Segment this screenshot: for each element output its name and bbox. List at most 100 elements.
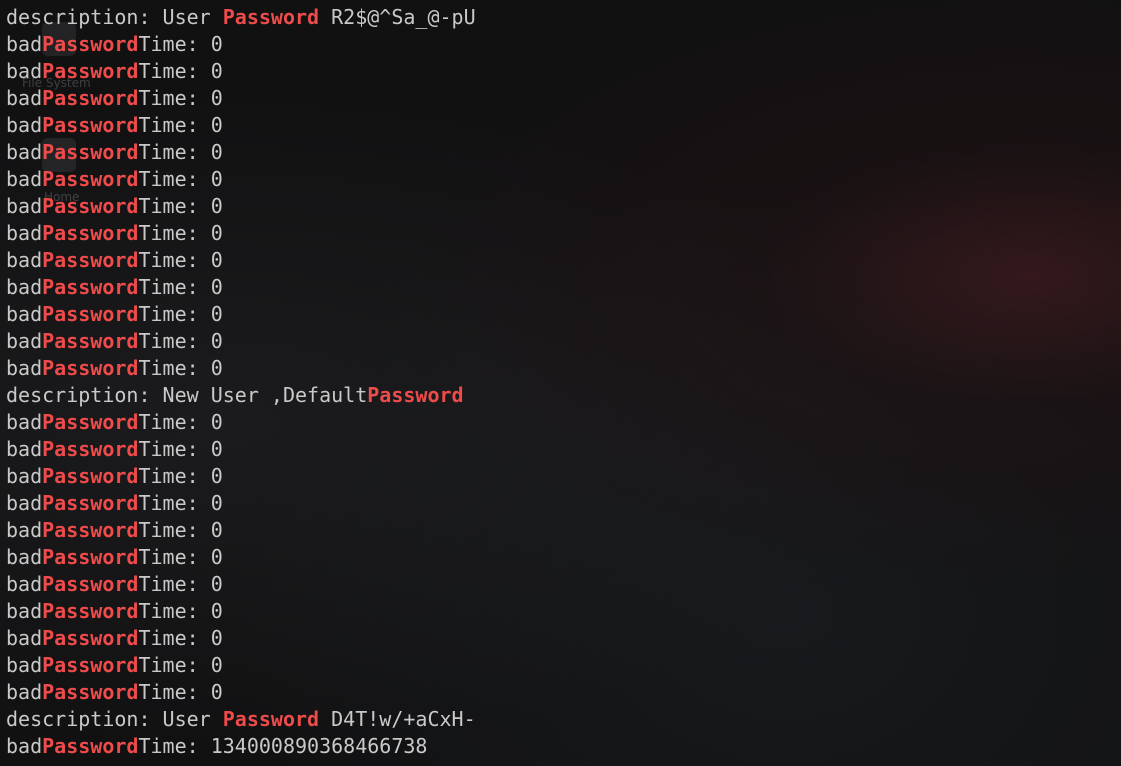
highlighted-match: Password — [42, 653, 139, 677]
terminal-text: R2$@^Sa_@-pU — [319, 5, 476, 29]
terminal-text: bad — [6, 464, 43, 488]
terminal-text: bad — [6, 653, 43, 677]
highlighted-match: Password — [42, 599, 139, 623]
terminal-line: badPasswordTime: 0 — [6, 679, 1121, 706]
terminal-text: description: New User ,Default — [6, 383, 368, 407]
highlighted-match: Password — [42, 572, 139, 596]
terminal-line: badPasswordTime: 0 — [6, 490, 1121, 517]
terminal-line: badPasswordTime: 0 — [6, 220, 1121, 247]
terminal-line: badPasswordTime: 0 — [6, 517, 1121, 544]
terminal-text: Time: 0 — [138, 59, 223, 83]
terminal-line: badPasswordTime: 0 — [6, 436, 1121, 463]
terminal-text: bad — [6, 140, 43, 164]
highlighted-match: Password — [42, 167, 139, 191]
terminal-text: Time: 0 — [138, 221, 223, 245]
terminal-text: bad — [6, 302, 43, 326]
terminal-text: Time: 0 — [138, 626, 223, 650]
highlighted-match: Password — [367, 383, 464, 407]
highlighted-match: Password — [42, 491, 139, 515]
terminal-text: bad — [6, 410, 43, 434]
terminal-line: badPasswordTime: 0 — [6, 58, 1121, 85]
terminal-text: Time: 0 — [138, 356, 223, 380]
terminal-line: badPasswordTime: 0 — [6, 463, 1121, 490]
terminal-line: description: New User ,DefaultPassword — [6, 382, 1121, 409]
terminal-line: badPasswordTime: 0 — [6, 139, 1121, 166]
terminal-text: Time: 0 — [138, 194, 223, 218]
highlighted-match: Password — [42, 248, 139, 272]
terminal-text: bad — [6, 734, 43, 758]
terminal-text: description: User — [6, 707, 223, 731]
terminal-text: Time: 0 — [138, 329, 223, 353]
terminal-text: bad — [6, 113, 43, 137]
terminal-text: Time: 0 — [138, 437, 223, 461]
terminal-line: badPasswordTime: 0 — [6, 247, 1121, 274]
highlighted-match: Password — [42, 545, 139, 569]
highlighted-match: Password — [42, 221, 139, 245]
terminal-output[interactable]: description: User Password R2$@^Sa_@-pU b… — [6, 4, 1121, 766]
terminal-line: badPasswordTime: 0 — [6, 598, 1121, 625]
terminal-text: Time: 0 — [138, 140, 223, 164]
terminal-text: bad — [6, 518, 43, 542]
terminal-text: Time: 0 — [138, 491, 223, 515]
terminal-text: Time: 0 — [138, 653, 223, 677]
terminal-line: badPasswordTime: 0 — [6, 652, 1121, 679]
terminal-line: badPasswordTime: 0 — [6, 544, 1121, 571]
terminal-line: badPasswordTime: 0 — [6, 328, 1121, 355]
highlighted-match: Password — [42, 302, 139, 326]
terminal-line: badPasswordTime: 0 — [6, 85, 1121, 112]
terminal-text: D4T!w/+aCxH- — [319, 707, 476, 731]
terminal-line: badPasswordTime: 0 — [6, 571, 1121, 598]
highlighted-match: Password — [222, 5, 320, 29]
terminal-text: bad — [6, 86, 43, 110]
terminal-line: badPasswordTime: 0 — [6, 301, 1121, 328]
highlighted-match: Password — [42, 329, 139, 353]
highlighted-match: Password — [42, 626, 139, 650]
terminal-text: bad — [6, 572, 43, 596]
terminal-text: Time: 0 — [138, 167, 223, 191]
terminal-text: Time: 0 — [138, 545, 223, 569]
terminal-line: badPasswordTime: 0 — [6, 31, 1121, 58]
terminal-text: Time: 0 — [138, 464, 223, 488]
highlighted-match: Password — [42, 518, 139, 542]
highlighted-match: Password — [42, 59, 139, 83]
terminal-text: bad — [6, 248, 43, 272]
terminal-text: Time: 0 — [138, 572, 223, 596]
terminal-line: badPasswordTime: 0 — [6, 193, 1121, 220]
terminal-line: badPasswordTime: 0 — [6, 112, 1121, 139]
highlighted-match: Password — [42, 275, 139, 299]
terminal-text: Time: 134000890368466738 — [138, 734, 428, 758]
terminal-line: badPasswordTime: 0 — [6, 355, 1121, 382]
terminal-line: badPasswordTime: 0 — [6, 409, 1121, 436]
terminal-text: Time: 0 — [138, 680, 223, 704]
terminal-text: bad — [6, 626, 43, 650]
highlighted-match: Password — [222, 707, 320, 731]
terminal-text: bad — [6, 491, 43, 515]
terminal-line: description: User Password D4T!w/+aCxH- — [6, 706, 1121, 733]
terminal-text: Time: 0 — [138, 599, 223, 623]
highlighted-match: Password — [42, 437, 139, 461]
terminal-text: bad — [6, 356, 43, 380]
terminal-text: Time: 0 — [138, 518, 223, 542]
terminal-line: badPasswordTime: 0 — [6, 166, 1121, 193]
terminal-text: bad — [6, 680, 43, 704]
terminal-line: badPasswordTime: 0 — [6, 274, 1121, 301]
highlighted-match: Password — [42, 140, 139, 164]
highlighted-match: Password — [42, 194, 139, 218]
highlighted-match: Password — [42, 410, 139, 434]
terminal-text: bad — [6, 221, 43, 245]
terminal-text: Time: 0 — [138, 410, 223, 434]
terminal-text: bad — [6, 437, 43, 461]
highlighted-match: Password — [42, 464, 139, 488]
terminal-line: description: User Password R2$@^Sa_@-pU — [6, 4, 1121, 31]
highlighted-match: Password — [42, 680, 139, 704]
terminal-line: badPasswordTime: 0 — [6, 625, 1121, 652]
highlighted-match: Password — [42, 113, 139, 137]
terminal-text: bad — [6, 32, 43, 56]
highlighted-match: Password — [42, 86, 139, 110]
highlighted-match: Password — [42, 734, 139, 758]
terminal-text: Time: 0 — [138, 275, 223, 299]
terminal-text: description: User — [6, 5, 223, 29]
terminal-text: bad — [6, 329, 43, 353]
terminal-text: Time: 0 — [138, 302, 223, 326]
terminal-text: Time: 0 — [138, 248, 223, 272]
